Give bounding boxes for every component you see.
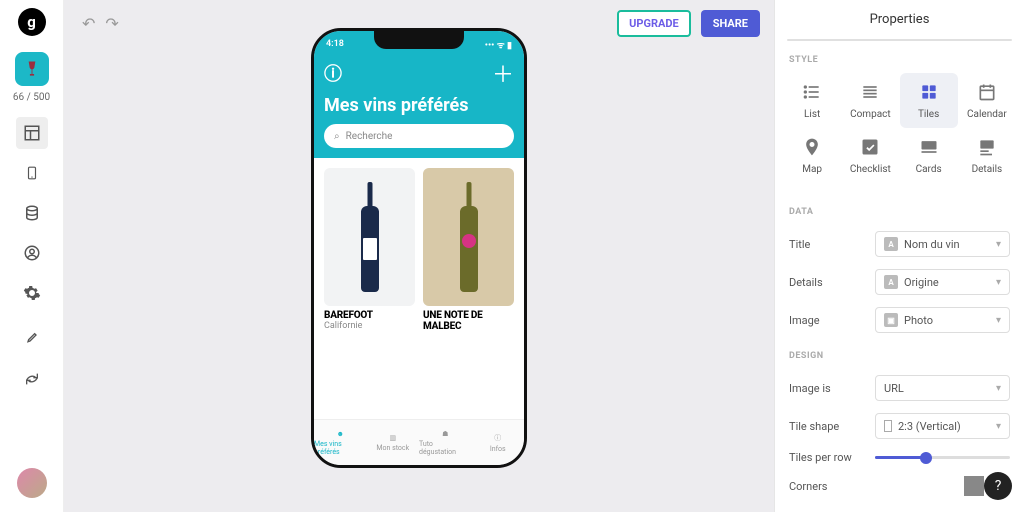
- select-image[interactable]: ▣Photo: [875, 307, 1010, 333]
- rail-layout-icon[interactable]: [16, 117, 48, 149]
- tab-label: Mon stock: [376, 444, 409, 452]
- panel-tabs: LAYOUT FEATURES ADD: [787, 39, 1012, 41]
- select-imageis[interactable]: URL: [875, 375, 1010, 401]
- canvas: ↶ ↷ UPGRADE SHARE 4:18 ••• ᯤ ▮ ⓘ ＋ Mes v…: [64, 0, 774, 512]
- undo-icon[interactable]: ↶: [82, 14, 95, 33]
- select-title[interactable]: ANom du vin: [875, 231, 1010, 257]
- search-placeholder: Recherche: [346, 131, 393, 142]
- select-value: 2:3 (Vertical): [898, 420, 961, 433]
- compact-icon: [859, 81, 881, 103]
- row-imageis-label: Image is: [789, 382, 867, 395]
- style-label: List: [804, 109, 820, 120]
- section-data: DATA: [775, 207, 1024, 225]
- select-value: Nom du vin: [904, 238, 960, 251]
- add-icon[interactable]: ＋: [492, 57, 514, 89]
- status-time: 4:18: [326, 39, 344, 49]
- upgrade-button[interactable]: UPGRADE: [617, 10, 691, 37]
- brand-logo[interactable]: g: [18, 8, 46, 36]
- style-label: Details: [972, 164, 1003, 175]
- padding-icon[interactable]: ⟷: [987, 508, 1010, 512]
- slider-tilesperrow[interactable]: [875, 456, 1010, 459]
- redo-icon[interactable]: ↷: [105, 14, 118, 33]
- rail-settings-icon[interactable]: [16, 277, 48, 309]
- row-details-label: Details: [789, 276, 867, 289]
- rail-refresh-icon[interactable]: [16, 363, 48, 395]
- phone-tab[interactable]: ☻ Mes vins préférés: [314, 420, 367, 465]
- tab-label: Infos: [490, 445, 506, 453]
- tab-label: Mes vins préférés: [314, 440, 367, 456]
- info-icon[interactable]: ⓘ: [324, 60, 342, 86]
- person-icon: ☗: [442, 430, 448, 438]
- barrel-icon: ▥: [389, 434, 396, 442]
- properties-panel: Properties LAYOUT FEATURES ADD STYLE Lis…: [774, 0, 1024, 512]
- status-signal-icon: ••• ᯤ ▮: [485, 38, 512, 51]
- help-button[interactable]: ?: [984, 472, 1012, 500]
- style-label: Tiles: [918, 109, 939, 120]
- select-value: Photo: [904, 314, 933, 327]
- style-compact[interactable]: Compact: [841, 73, 899, 128]
- calendar-icon: [976, 81, 998, 103]
- style-map[interactable]: Map: [783, 128, 841, 183]
- style-checklist[interactable]: Checklist: [841, 128, 899, 183]
- phone-preview: 4:18 ••• ᯤ ▮ ⓘ ＋ Mes vins préférés ⌕ Rec…: [311, 28, 527, 468]
- cards-icon: [918, 136, 940, 158]
- row-title-label: Title: [789, 238, 867, 251]
- app-icon[interactable]: [15, 52, 49, 86]
- panel-title: Properties: [775, 0, 1024, 39]
- style-details[interactable]: Details: [958, 128, 1016, 183]
- rail-eyedropper-icon[interactable]: [16, 323, 48, 355]
- style-label: Cards: [916, 164, 942, 175]
- smiley-icon: ☻: [337, 430, 344, 438]
- user-avatar[interactable]: [17, 468, 47, 498]
- select-value: Origine: [904, 276, 939, 289]
- row-tileshape-label: Tile shape: [789, 420, 867, 433]
- search-icon: ⌕: [334, 131, 340, 142]
- style-label: Compact: [850, 109, 891, 120]
- style-label: Checklist: [850, 164, 891, 175]
- checklist-icon: [859, 136, 881, 158]
- details-icon: [976, 136, 998, 158]
- tile-title: BAREFOOT: [324, 310, 415, 321]
- row-image-label: Image: [789, 314, 867, 327]
- tile-item[interactable]: UNE NOTE DE MALBEC: [423, 168, 514, 332]
- row-corners-label: Corners: [789, 480, 867, 493]
- style-cards[interactable]: Cards: [900, 128, 958, 183]
- rail-phone-icon[interactable]: [16, 157, 48, 189]
- tab-label: Tuto dégustation: [419, 440, 472, 456]
- section-design: DESIGN: [775, 351, 1024, 369]
- rail-user-icon[interactable]: [16, 237, 48, 269]
- tiles-icon: [918, 81, 940, 103]
- phone-tab[interactable]: ⓘ Infos: [472, 420, 525, 465]
- counter-label: 66 / 500: [13, 92, 50, 103]
- share-button[interactable]: SHARE: [701, 10, 760, 37]
- select-details[interactable]: AOrigine: [875, 269, 1010, 295]
- style-calendar[interactable]: Calendar: [958, 73, 1016, 128]
- tile-title: UNE NOTE DE MALBEC: [423, 310, 514, 332]
- phone-tab[interactable]: ☗ Tuto dégustation: [419, 420, 472, 465]
- list-icon: [801, 81, 823, 103]
- phone-tab[interactable]: ▥ Mon stock: [367, 420, 420, 465]
- style-label: Calendar: [967, 109, 1007, 120]
- select-value: URL: [884, 382, 904, 395]
- tab-add[interactable]: ADD: [937, 40, 1011, 41]
- tile-item[interactable]: BAREFOOT Californie: [324, 168, 415, 332]
- phone-notch: [374, 31, 464, 49]
- style-label: Map: [802, 164, 822, 175]
- rail-data-icon[interactable]: [16, 197, 48, 229]
- tab-layout[interactable]: LAYOUT: [788, 40, 862, 41]
- left-rail: g 66 / 500: [0, 0, 64, 512]
- screen-title: Mes vins préférés: [324, 95, 514, 116]
- tile-subtitle: Californie: [324, 321, 415, 331]
- row-tilesperrow-label: Tiles per row: [789, 451, 867, 464]
- tab-features[interactable]: FEATURES: [862, 40, 936, 41]
- rect-icon: [884, 420, 892, 432]
- style-list[interactable]: List: [783, 73, 841, 128]
- map-icon: [801, 136, 823, 158]
- info-tab-icon: ⓘ: [494, 433, 501, 443]
- select-tileshape[interactable]: 2:3 (Vertical): [875, 413, 1010, 439]
- style-tiles[interactable]: Tiles: [900, 73, 958, 128]
- section-style: STYLE: [775, 55, 1024, 73]
- search-input[interactable]: ⌕ Recherche: [324, 124, 514, 148]
